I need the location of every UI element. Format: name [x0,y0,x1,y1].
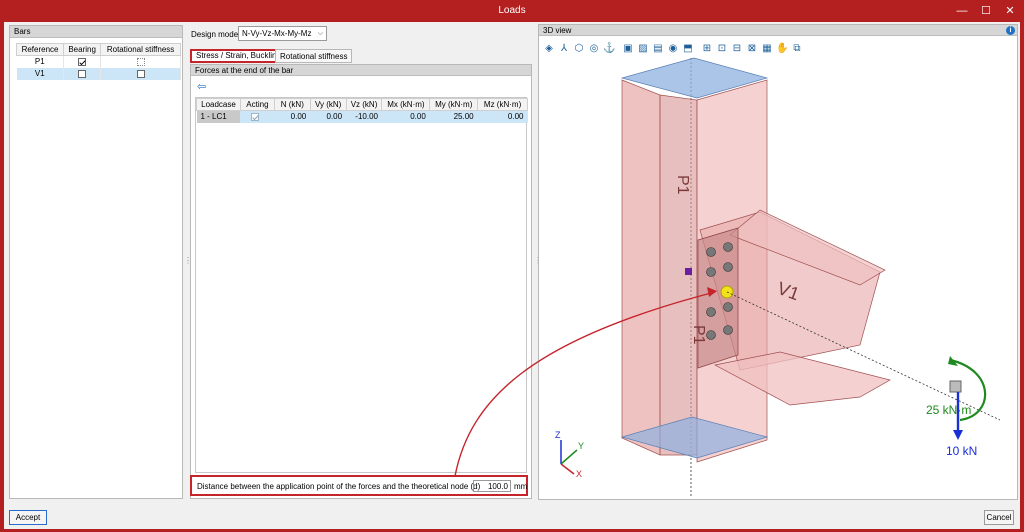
y-axis-label: Y [578,441,584,451]
bolt [706,307,716,317]
y-axis [560,449,578,465]
column-label-lower: P1 [690,325,707,345]
load-node [949,380,962,393]
column-label: P1 [674,175,691,195]
x-axis-label: X [576,469,582,479]
bolt [723,242,733,252]
x-axis [560,463,575,475]
force-arrowhead [953,430,963,440]
bolt [706,267,716,277]
cancel-button[interactable]: Cancel [984,510,1014,525]
view3d-scene[interactable]: P1 P1 V1 25 kN·m 10 kN Z Y X [0,0,1024,532]
node-marker [685,268,692,275]
accept-button[interactable]: Accept [9,510,47,525]
moment-label: 25 kN·m [926,403,971,417]
z-axis-label: Z [555,430,561,440]
bolt [723,302,733,312]
column-flange-left [621,79,661,456]
force-label: 10 kN [946,444,977,458]
bolt [723,325,733,335]
bolt [706,247,716,257]
bolt [723,262,733,272]
